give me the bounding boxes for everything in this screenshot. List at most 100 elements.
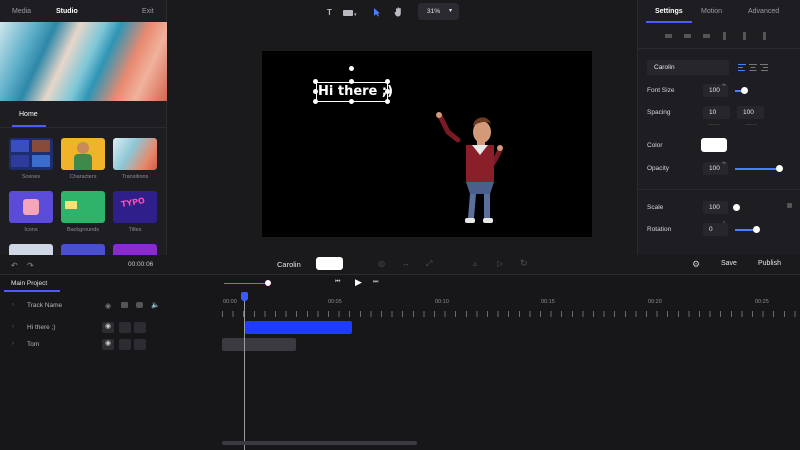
current-time: 00:00:06	[128, 261, 154, 268]
hand-icon[interactable]	[394, 7, 403, 19]
eye-icon[interactable]: ◉	[105, 302, 111, 310]
shape-icon[interactable]: ▵	[473, 259, 477, 268]
skip-back-icon[interactable]: ⏮	[335, 279, 340, 286]
tab-motion[interactable]: Motion	[701, 8, 722, 15]
exit-button[interactable]: Exit	[142, 8, 154, 15]
eye-icon[interactable]: ◉	[102, 339, 114, 350]
template-thumb[interactable]	[113, 244, 157, 255]
skip-forward-icon[interactable]: ⏭	[373, 279, 378, 286]
group-icon[interactable]	[136, 302, 143, 308]
redo-icon[interactable]: ↷	[27, 261, 34, 270]
template-icons[interactable]	[9, 191, 53, 223]
ruler-label: 00:05	[328, 299, 342, 305]
video-canvas[interactable]	[262, 51, 592, 237]
tab-settings[interactable]: Settings	[655, 8, 683, 15]
chevron-right-icon[interactable]: ›	[12, 324, 14, 330]
midbar-font-select[interactable]: Carolin	[277, 260, 301, 269]
volume-icon[interactable]: 🔈	[151, 301, 160, 309]
font-family-select[interactable]: Carolin	[647, 60, 729, 75]
resize-handle[interactable]	[313, 99, 318, 104]
rotation-slider-knob[interactable]	[753, 226, 760, 233]
timeline-zoom-knob[interactable]	[265, 280, 271, 286]
template-backgrounds[interactable]	[61, 191, 105, 223]
resize-handle[interactable]	[349, 99, 354, 104]
play-button[interactable]: ▶	[355, 277, 362, 288]
play-effect-icon[interactable]: ▷	[497, 259, 503, 268]
track-option-toggle[interactable]	[134, 322, 146, 333]
timeline-scrollbar[interactable]	[222, 441, 417, 445]
track-name[interactable]: Tom	[27, 341, 39, 348]
scale-input[interactable]: 100	[703, 201, 728, 214]
letter-spacing-input[interactable]: 10	[703, 106, 730, 119]
eye-icon[interactable]: ◉	[102, 322, 114, 333]
align-middle-v-icon[interactable]	[743, 32, 746, 40]
lock-icon[interactable]	[787, 203, 792, 208]
ruler-label: 00:15	[541, 299, 555, 305]
chevron-down-icon[interactable]: ▾	[354, 12, 357, 18]
resize-handle[interactable]	[385, 79, 390, 84]
opacity-slider-knob[interactable]	[776, 165, 783, 172]
character-figure[interactable]	[428, 110, 508, 230]
publish-button[interactable]: Publish	[758, 260, 781, 267]
undo-icon[interactable]: ↶	[11, 261, 18, 270]
template-label: Transitions	[121, 174, 149, 180]
flip-icon[interactable]: ↔	[402, 259, 410, 268]
ruler-ticks	[222, 311, 800, 317]
line-spacing-input[interactable]: 100	[737, 106, 764, 119]
align-bottom-icon[interactable]	[763, 32, 766, 40]
tab-advanced[interactable]: Advanced	[748, 8, 779, 15]
text-align-right-icon[interactable]	[760, 64, 768, 73]
save-button[interactable]: Save	[721, 260, 737, 267]
letter-spacing-caption	[708, 124, 720, 125]
chevron-right-icon[interactable]: ›	[12, 341, 14, 347]
refresh-icon[interactable]: ↻	[520, 258, 528, 269]
chevron-right-icon[interactable]: ›	[12, 302, 14, 308]
playhead-handle[interactable]	[241, 292, 248, 301]
tab-main-project[interactable]: Main Project	[11, 280, 47, 287]
align-right-icon[interactable]	[703, 34, 710, 38]
tab-studio[interactable]: Studio	[56, 8, 78, 15]
tab-media[interactable]: Media	[12, 8, 31, 15]
resize-handle[interactable]	[313, 89, 318, 94]
gear-icon[interactable]: ⚙	[692, 259, 700, 270]
ruler-label: 00:00	[223, 299, 237, 305]
zoom-select[interactable]: 31% ▾	[418, 3, 459, 20]
resize-handle[interactable]	[313, 79, 318, 84]
scene-thumb-2	[32, 140, 50, 152]
timeline-zoom-track	[224, 283, 268, 284]
track-lock-toggle[interactable]	[119, 339, 131, 350]
text-align-left-icon[interactable]	[738, 64, 746, 73]
expand-icon[interactable]: ⤢	[426, 259, 432, 269]
track-name[interactable]: Hi there ;)	[27, 324, 56, 331]
template-transitions[interactable]	[113, 138, 157, 170]
resize-handle[interactable]	[385, 89, 390, 94]
target-icon[interactable]: ◎	[378, 259, 385, 268]
template-thumb[interactable]	[9, 244, 53, 255]
align-top-icon[interactable]	[723, 32, 726, 40]
scale-slider-knob[interactable]	[733, 204, 740, 211]
pointer-icon[interactable]	[373, 7, 381, 19]
opacity-unit: %	[722, 160, 726, 165]
resize-handle[interactable]	[349, 79, 354, 84]
align-center-h-icon[interactable]	[684, 34, 691, 38]
clip-hi-there[interactable]	[245, 321, 352, 334]
template-characters[interactable]	[61, 138, 105, 170]
clip-tom[interactable]	[222, 338, 296, 351]
lock-icon[interactable]	[121, 302, 128, 308]
template-scenes[interactable]	[9, 138, 53, 170]
resize-handle[interactable]	[385, 99, 390, 104]
tab-home[interactable]: Home	[19, 111, 38, 118]
template-thumb[interactable]	[61, 244, 105, 255]
canvas-text-layer[interactable]: Hi there ;)	[318, 84, 393, 99]
text-align-center-icon[interactable]	[749, 64, 757, 73]
track-option-toggle[interactable]	[134, 339, 146, 350]
track-lock-toggle[interactable]	[119, 322, 131, 333]
font-size-slider-knob[interactable]	[741, 87, 748, 94]
align-left-icon[interactable]	[665, 34, 672, 38]
color-swatch[interactable]	[701, 138, 727, 152]
template-titles[interactable]: TYPO	[113, 191, 157, 223]
rotate-handle[interactable]	[349, 66, 354, 71]
shape-tool-icon[interactable]	[343, 10, 353, 16]
midbar-color-swatch[interactable]	[316, 257, 343, 270]
text-tool-button[interactable]: T	[327, 8, 332, 17]
